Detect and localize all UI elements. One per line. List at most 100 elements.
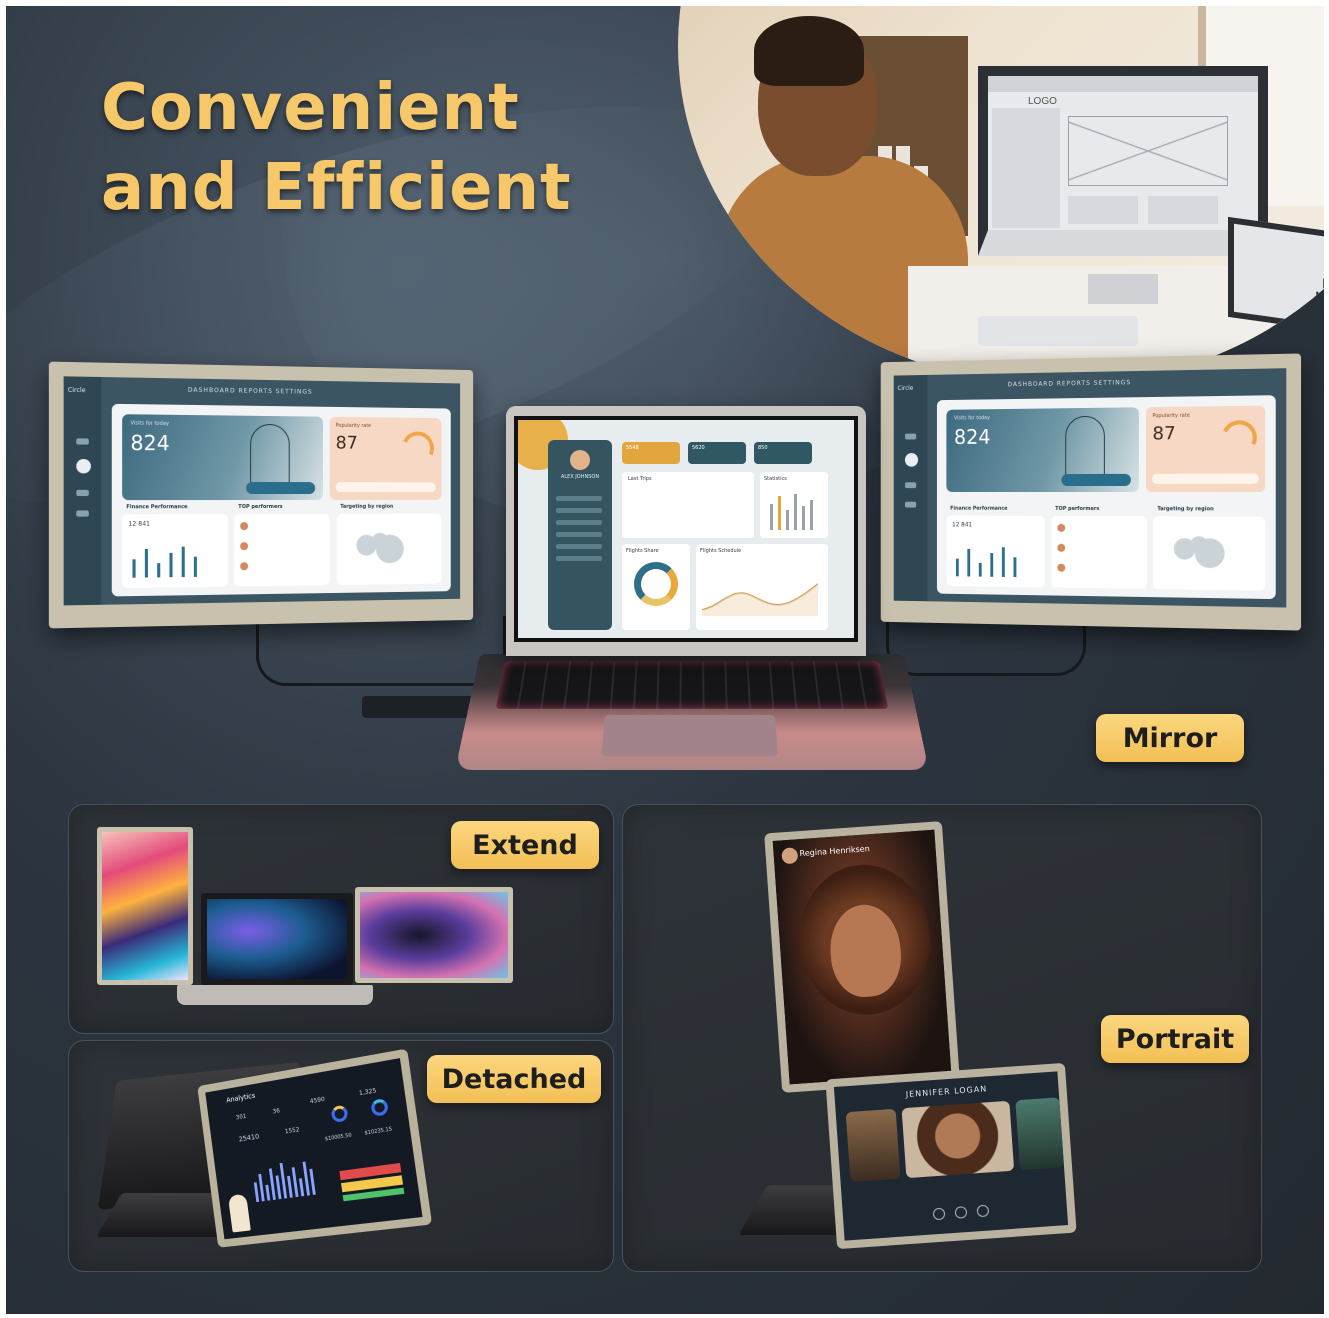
dashboard-sidebar: Circle <box>64 376 102 605</box>
mirror-label: Mirror <box>1096 714 1244 762</box>
popularity-card: Popularity rate 87 <box>1146 406 1265 492</box>
analytics-bars <box>251 1151 342 1202</box>
ring-chart-icon <box>331 1105 349 1124</box>
avatar <box>1057 564 1065 572</box>
side-laptop-text: Dec HOM <box>1315 275 1324 308</box>
progress-bars <box>339 1163 404 1201</box>
flights-schedule-card: Flights Schedule <box>696 544 828 630</box>
portrait-panel: Regina Henriksen JENNIFER LOGAN Portrait <box>622 804 1262 1272</box>
statistics-card: Statistics <box>760 472 828 538</box>
extend-panel: Extend <box>68 804 614 1034</box>
cable-left <box>256 616 506 686</box>
visits-value: 824 <box>130 431 169 456</box>
region-label: Targeting by region <box>1157 506 1214 512</box>
landscape-monitor-art <box>355 887 513 983</box>
analytics-value: 1,325 <box>359 1087 377 1097</box>
speaker-icon[interactable] <box>977 1205 990 1218</box>
region-label: Targeting by region <box>340 504 393 510</box>
mic-icon[interactable] <box>933 1208 946 1221</box>
flights-share-label: Flights Share <box>626 548 659 554</box>
flight-tile: 850 <box>754 442 812 464</box>
participant-tile <box>846 1109 901 1182</box>
finance-label: Finance Performance <box>126 504 187 510</box>
analytics-value: $10235.15 <box>364 1126 392 1136</box>
visits-label: Visits for today <box>954 415 990 421</box>
popularity-value: 87 <box>336 433 358 454</box>
flight-tile-value: 5620 <box>692 445 705 451</box>
view-details-button[interactable] <box>1061 474 1131 486</box>
visits-card: Visits for today 824 <box>122 414 322 500</box>
office-photo: LOGO Dec HOM <box>678 6 1324 386</box>
finance-value: 12 841 <box>952 521 972 528</box>
center-laptop: ALEX JOHNSON 5548 5620 850 Last Trips St… <box>506 406 866 656</box>
video-call-screen: JENNIFER LOGAN <box>825 1063 1076 1249</box>
portrait-screen: Regina Henriksen <box>764 821 960 1093</box>
side-laptop: Dec HOM <box>1228 217 1324 335</box>
flights-schedule-label: Flights Schedule <box>700 548 741 554</box>
avatar <box>1057 544 1065 552</box>
flight-tile: 5548 <box>622 442 680 464</box>
app-name: Circle <box>68 387 86 394</box>
portrait-label: Portrait <box>1101 1015 1249 1063</box>
region-card: Targeting by region <box>1153 516 1265 590</box>
analytics-value: 25410 <box>238 1133 259 1144</box>
avatar <box>570 450 590 470</box>
last-trips-label: Last Trips <box>628 476 652 482</box>
wireframe-logo: LOGO <box>1028 96 1057 107</box>
dashboard-nav: DASHBOARD REPORTS SETTINGS <box>1008 379 1132 388</box>
popularity-card: Popularity rate 87 <box>330 417 442 500</box>
extend-label: Extend <box>451 821 599 869</box>
dashboard-nav: DASHBOARD REPORTS SETTINGS <box>188 387 313 396</box>
left-monitor: Circle DASHBOARD REPORTS SETTINGS Visits… <box>49 362 473 629</box>
visits-value: 824 <box>954 425 991 449</box>
avatar <box>240 542 248 550</box>
view-details-button[interactable] <box>246 482 315 494</box>
headline-line-1: Convenient <box>101 68 681 148</box>
detached-panel: Analytics 301 36 4590 1,325 25410 1552 $… <box>68 1040 614 1272</box>
dashboard-panel: Visits for today 824 Popularity rate 87 … <box>112 404 451 597</box>
popularity-value: 87 <box>1152 423 1175 444</box>
top-performers-label: TOP performers <box>238 504 282 510</box>
laptop-sidebar: ALEX JOHNSON <box>548 440 612 630</box>
region-card: Targeting by region <box>336 513 441 585</box>
laptop-keyboard <box>455 654 929 770</box>
person-at-desk <box>718 6 918 386</box>
analytics-value: 4590 <box>310 1096 326 1105</box>
product-banner: LOGO Dec HOM Convenient and Efficient Ci… <box>6 6 1324 1314</box>
portrait-monitor-art <box>97 827 193 985</box>
dashboard-panel: Visits for today 824 Popularity rate 87 … <box>937 395 1276 599</box>
analytics-title: Analytics <box>226 1092 256 1105</box>
gauge-icon <box>1217 415 1262 460</box>
analytics-value: $10005.50 <box>325 1133 352 1143</box>
extend-label-text: Extend <box>472 830 578 861</box>
donut-chart-icon <box>634 562 678 606</box>
participant-tile <box>1015 1097 1064 1170</box>
dashboard-lower-row: Finance Performance 12 841 TOP performer… <box>122 513 441 588</box>
video-icon[interactable] <box>955 1206 968 1219</box>
top-performers-label: TOP performers <box>1055 506 1099 512</box>
laptop-screen-art <box>201 893 353 985</box>
participant-tile <box>902 1101 1015 1178</box>
keyboard <box>978 316 1138 346</box>
finance-value: 12 841 <box>128 520 150 527</box>
top-performers-card: TOP performers <box>1051 516 1147 589</box>
portrait-label-text: Portrait <box>1116 1024 1234 1055</box>
analytics-value: 301 <box>236 1113 247 1121</box>
keys <box>496 661 889 708</box>
finance-card: Finance Performance 12 841 <box>946 515 1045 587</box>
flight-tile-value: 850 <box>758 445 768 451</box>
person-illustration-icon <box>228 1194 251 1233</box>
last-trips-card: Last Trips <box>622 472 754 538</box>
trackpad <box>602 715 779 756</box>
illustration-icon <box>250 424 290 488</box>
dashboard-lower-row: Finance Performance 12 841 TOP performer… <box>946 515 1265 590</box>
statistics-label: Statistics <box>764 476 787 482</box>
right-monitor: Circle DASHBOARD REPORTS SETTINGS Visits… <box>881 353 1301 630</box>
popularity-label: Popularity rate <box>1152 413 1189 420</box>
right-monitor-screen: Circle DASHBOARD REPORTS SETTINGS Visits… <box>894 368 1287 607</box>
left-monitor-screen: Circle DASHBOARD REPORTS SETTINGS Visits… <box>64 376 460 605</box>
gauge-icon <box>397 427 438 469</box>
dashboard-sidebar: Circle <box>894 375 928 601</box>
flights-share-card: Flights Share <box>622 544 690 630</box>
headline: Convenient and Efficient <box>101 68 681 228</box>
